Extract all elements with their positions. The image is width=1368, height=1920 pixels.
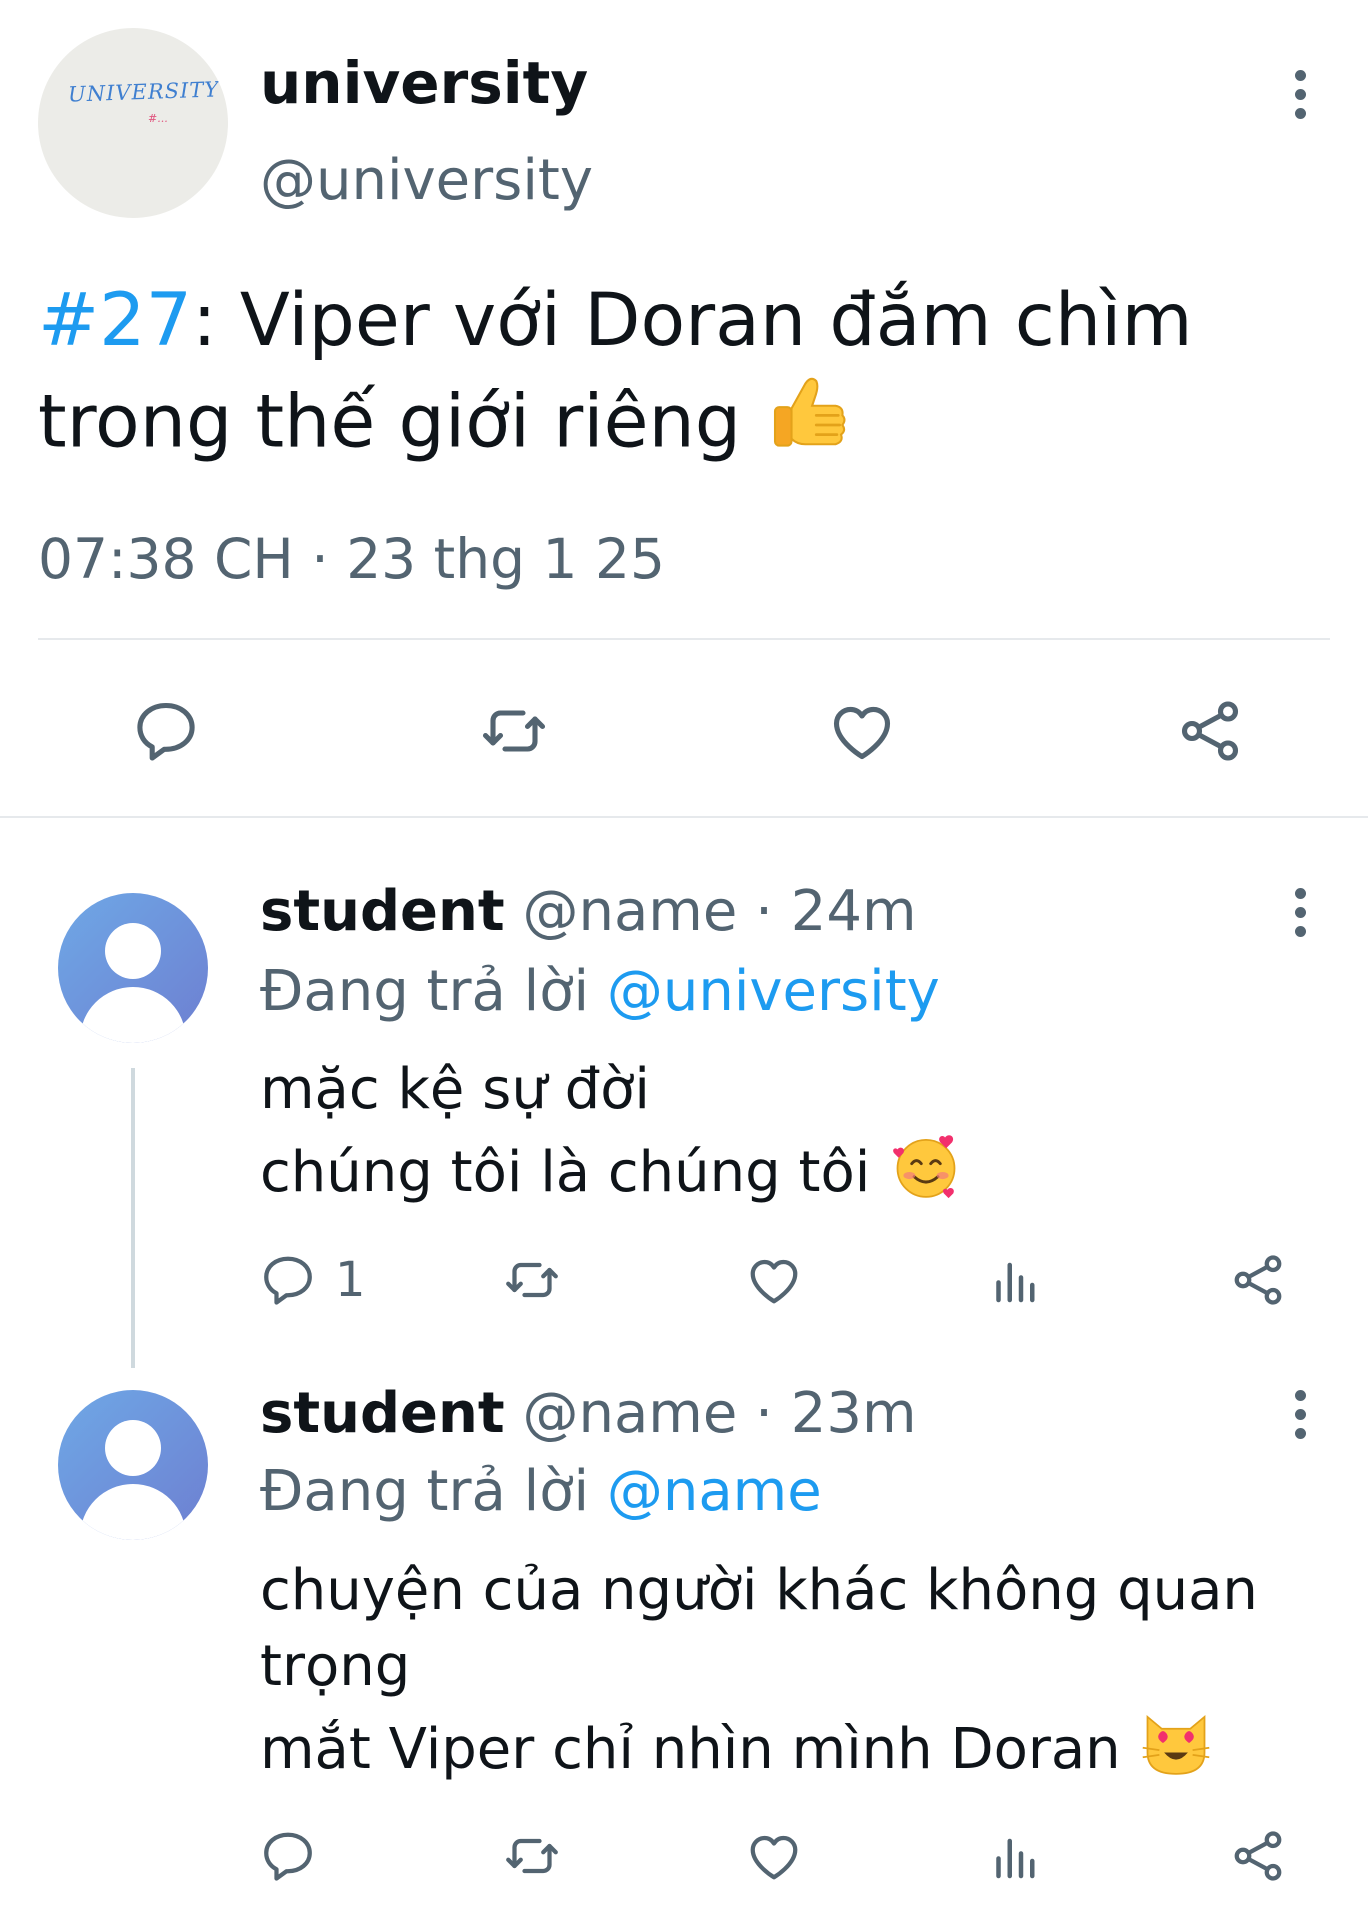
display-name[interactable]: university (260, 48, 588, 118)
share-icon[interactable] (1228, 1250, 1288, 1310)
display-name[interactable]: student (260, 1381, 505, 1446)
avatar[interactable] (58, 893, 208, 1043)
more-options-icon[interactable] (1290, 888, 1310, 937)
like-icon[interactable] (826, 695, 898, 767)
display-name[interactable]: student (260, 879, 505, 944)
retweet-icon[interactable] (502, 1826, 562, 1886)
user-handle[interactable]: @name (522, 879, 737, 944)
mention-link[interactable]: @name (607, 1459, 822, 1524)
thumbs-up-icon (764, 370, 852, 483)
reply-icon[interactable] (130, 695, 202, 767)
retweet-icon[interactable] (502, 1250, 562, 1310)
reply-header: student @name · 23m (260, 1380, 917, 1448)
divider (38, 638, 1330, 640)
analytics-icon[interactable] (986, 1250, 1046, 1310)
mention-link[interactable]: @university (607, 959, 940, 1024)
reply-body: mặc kệ sự đời chúng tôi là chúng tôi (260, 1057, 871, 1206)
separator: · (755, 879, 773, 944)
reply-icon[interactable] (258, 1250, 318, 1310)
share-icon[interactable] (1228, 1826, 1288, 1886)
replying-to: Đang trả lời @name (260, 1458, 822, 1526)
like-icon[interactable] (744, 1250, 804, 1310)
thread-connector (131, 1068, 135, 1368)
smiling-face-with-hearts-icon (888, 1128, 964, 1224)
reply-text: mặc kệ sự đời chúng tôi là chúng tôi (260, 1052, 1350, 1224)
avatar[interactable] (58, 1390, 208, 1540)
retweet-icon[interactable] (478, 695, 550, 767)
separator: · (755, 1381, 773, 1446)
reply-icon[interactable] (258, 1826, 318, 1886)
divider (0, 816, 1368, 818)
like-icon[interactable] (744, 1826, 804, 1886)
hashtag-link[interactable]: #27 (38, 278, 192, 363)
user-handle[interactable]: @name (522, 1381, 737, 1446)
heart-eyes-cat-icon (1138, 1705, 1214, 1801)
reply-age[interactable]: 24m (791, 879, 917, 944)
avatar-logo-text: UNIVERSITY (67, 77, 220, 107)
reply-text: chuyện của người khác không quan trọng m… (260, 1553, 1350, 1801)
reply-body: chuyện của người khác không quan trọng m… (260, 1558, 1258, 1783)
avatar-logo-subtext: #... (148, 112, 168, 125)
user-handle[interactable]: @university (260, 148, 593, 214)
tweet-timestamp[interactable]: 07:38 CH · 23 thg 1 25 (38, 524, 665, 594)
avatar[interactable]: UNIVERSITY #... (38, 28, 228, 218)
more-options-icon[interactable] (1290, 1390, 1310, 1439)
analytics-icon[interactable] (986, 1826, 1046, 1886)
more-options-icon[interactable] (1290, 70, 1310, 119)
reply-age[interactable]: 23m (791, 1381, 917, 1446)
tweet-text: #27: Viper với Doran đắm chìm trong thế … (38, 272, 1338, 483)
reply-header: student @name · 24m (260, 878, 917, 946)
replying-prefix: Đang trả lời (260, 1459, 607, 1524)
tweet-body: : Viper với Doran đắm chìm trong thế giớ… (38, 278, 1193, 465)
replying-prefix: Đang trả lời (260, 959, 607, 1024)
reply-count: 1 (335, 1252, 366, 1308)
share-icon[interactable] (1174, 695, 1246, 767)
replying-to: Đang trả lời @university (260, 958, 940, 1026)
